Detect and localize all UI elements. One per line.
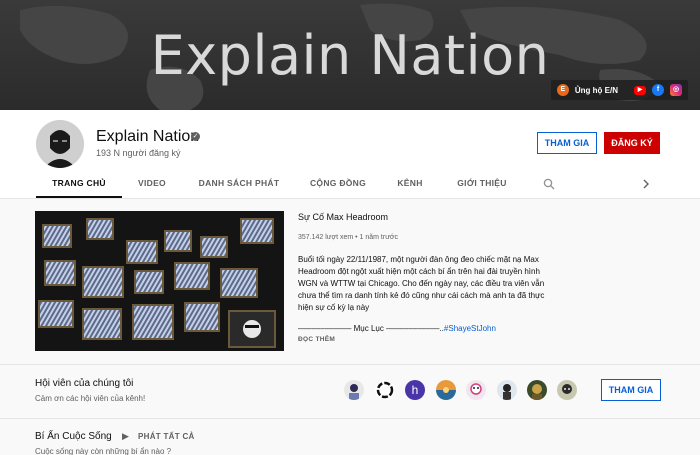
- tab-videos[interactable]: VIDEO: [130, 172, 174, 198]
- subscriber-count: 193 N người đăng ký: [96, 148, 181, 158]
- facebook-icon[interactable]: f: [652, 84, 664, 96]
- tabs-divider: [0, 198, 700, 199]
- member-avatar-image: [503, 384, 511, 400]
- tab-about[interactable]: GIỚI THIỆU: [452, 172, 512, 198]
- member-avatar[interactable]: h: [405, 380, 425, 400]
- instagram-icon[interactable]: ◎: [670, 84, 682, 96]
- tab-channels[interactable]: KÊNH: [392, 172, 428, 198]
- member-avatar[interactable]: [557, 380, 577, 400]
- member-avatar[interactable]: [497, 380, 517, 400]
- hashtag-link[interactable]: #ShayeStJohn: [444, 324, 496, 333]
- play-all-button[interactable]: PHÁT TẤT CẢ: [138, 432, 195, 441]
- featured-video-description: Buổi tối ngày 22/11/1987, một người đàn …: [298, 255, 545, 312]
- featured-video-toc: –––––––––––– Mục Lục ––––––––––––..#Shay…: [298, 324, 496, 333]
- member-avatar-image: [562, 384, 572, 394]
- member-avatar[interactable]: [466, 380, 486, 400]
- channel-banner: Explain Nation E Ủng hộ E/N ▶ f ◎: [0, 0, 700, 110]
- youtube-icon[interactable]: ▶: [634, 85, 646, 95]
- subscribe-button[interactable]: ĐĂNG KÝ: [604, 132, 660, 154]
- playlist-subtitle: Cuộc sống này còn những bí ẩn nào ?: [35, 447, 172, 455]
- search-icon[interactable]: [543, 178, 555, 190]
- tab-community[interactable]: CỘNG ĐỒNG: [304, 172, 372, 198]
- join-button[interactable]: THAM GIA: [537, 132, 597, 154]
- member-avatar[interactable]: [344, 380, 364, 400]
- banner-links: E Ủng hộ E/N ▶ f ◎: [550, 80, 688, 100]
- chevron-right-icon[interactable]: [641, 178, 651, 190]
- banner-title: Explain Nation: [150, 24, 550, 87]
- tab-playlists[interactable]: DANH SÁCH PHÁT: [196, 172, 282, 198]
- channel-tabs: TRANG CHỦ VIDEO DANH SÁCH PHÁT CỘNG ĐỒNG…: [0, 172, 700, 198]
- channel-name[interactable]: Explain Nation: [96, 128, 199, 146]
- member-avatar-image: [470, 383, 482, 395]
- member-avatar[interactable]: [375, 380, 395, 400]
- read-more-button[interactable]: ĐỌC THÊM: [298, 336, 335, 343]
- member-avatar-image: [532, 384, 542, 400]
- verified-icon: ✓: [191, 132, 200, 141]
- featured-video-title[interactable]: Sự Cố Max Headroom: [298, 212, 388, 222]
- brand-icon[interactable]: E: [556, 84, 569, 96]
- member-avatar-image: [349, 384, 359, 400]
- member-avatar-image: [376, 381, 394, 399]
- members-subtitle: Cảm ơn các hội viên của kênh!: [35, 394, 146, 403]
- play-all-icon[interactable]: ▶: [122, 431, 129, 442]
- members-title: Hội viên của chúng tôi: [35, 378, 134, 389]
- featured-video-thumbnail[interactable]: [35, 211, 284, 351]
- tv-wall-image: [35, 211, 284, 351]
- section-divider: [0, 418, 700, 419]
- member-avatar-image: [436, 380, 456, 400]
- support-link[interactable]: Ủng hộ E/N: [575, 86, 618, 95]
- section-divider: [0, 364, 700, 365]
- toc-text: –––––––––––– Mục Lục ––––––––––––..: [298, 324, 444, 333]
- channel-avatar[interactable]: [36, 120, 84, 168]
- member-avatar[interactable]: [436, 380, 456, 400]
- member-avatar[interactable]: [527, 380, 547, 400]
- avatar-icon: [36, 120, 84, 168]
- members-join-button[interactable]: THAM GIA: [601, 379, 661, 401]
- playlist-title[interactable]: Bí Ẩn Cuộc Sống: [35, 431, 112, 442]
- tab-home[interactable]: TRANG CHỦ: [36, 172, 122, 198]
- featured-video-meta: 357.142 lượt xem • 1 năm trước: [298, 234, 398, 241]
